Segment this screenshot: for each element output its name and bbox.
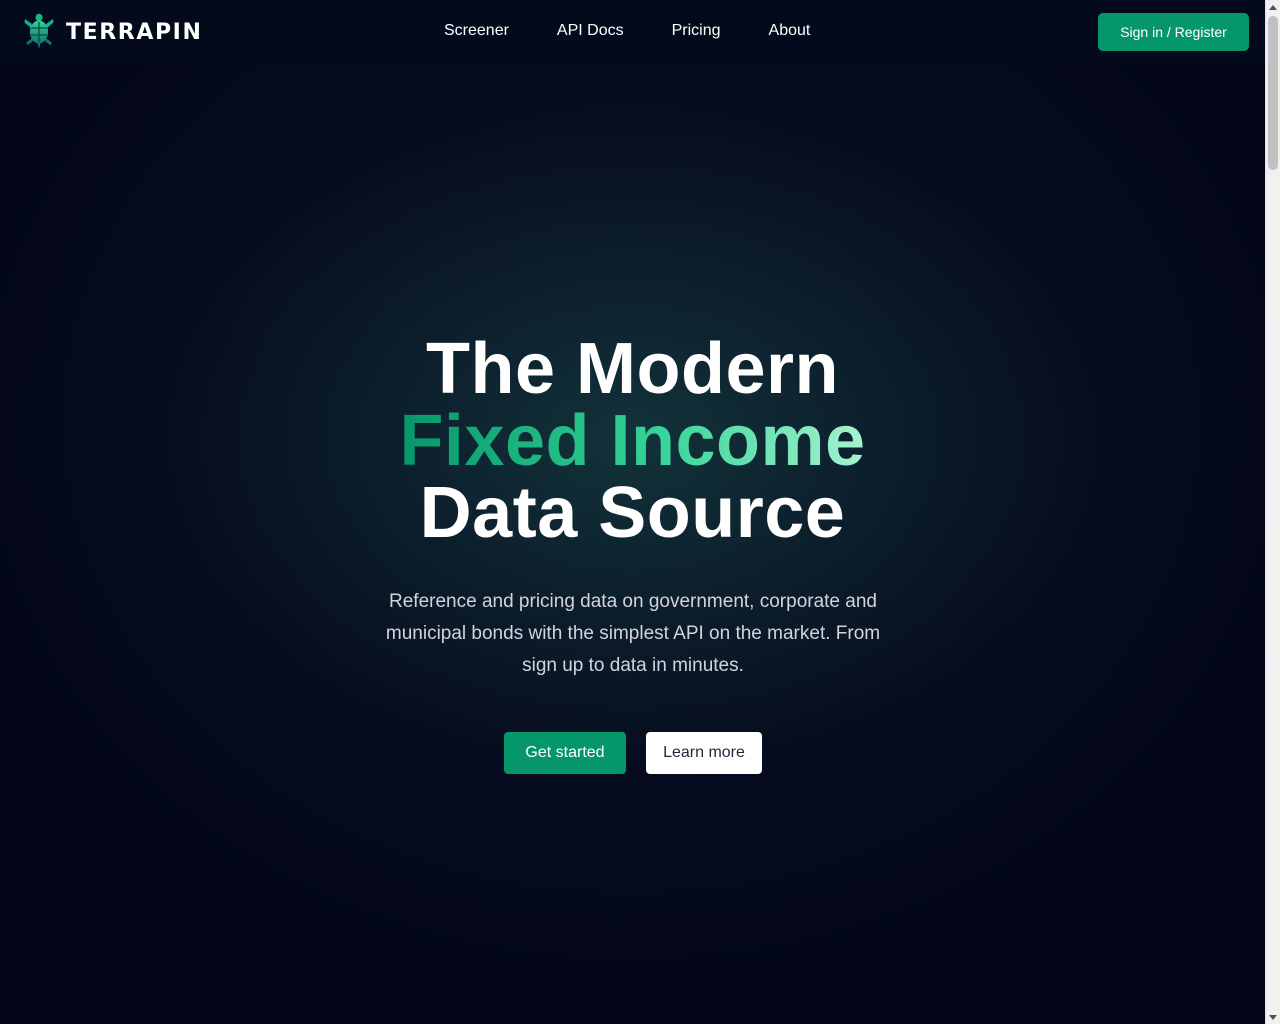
hero-title-line-3: Data Source [419,473,846,553]
scroll-down-arrow-icon[interactable] [1266,1010,1280,1024]
main-nav: Screener API Docs Pricing About [444,20,858,42]
scroll-up-arrow-icon[interactable] [1266,0,1280,14]
hero-title-line-1: The Modern [426,329,839,409]
get-started-button[interactable]: Get started [504,732,626,774]
brand-name: TERRAPIN [66,19,203,45]
turtle-icon [22,13,56,51]
nav-item-about[interactable]: About [769,20,811,42]
page: TERRAPIN Screener API Docs Pricing About… [0,0,1280,1024]
site-header: TERRAPIN Screener API Docs Pricing About… [0,0,1265,64]
page-content: TERRAPIN Screener API Docs Pricing About… [0,0,1265,1024]
nav-item-pricing[interactable]: Pricing [672,20,721,42]
page-scrollbar[interactable] [1265,0,1280,1024]
sign-in-register-button[interactable]: Sign in / Register [1098,13,1249,51]
nav-item-api-docs[interactable]: API Docs [557,20,624,42]
hero-title-accent: Fixed Income [399,401,866,481]
hero-subtitle: Reference and pricing data on government… [385,591,881,676]
learn-more-button[interactable]: Learn more [646,732,762,774]
nav-item-screener[interactable]: Screener [444,20,509,42]
scrollbar-thumb[interactable] [1268,16,1278,170]
brand-logo[interactable]: TERRAPIN [22,12,202,52]
hero-title: The Modern Fixed Income Data Source [0,333,1265,549]
